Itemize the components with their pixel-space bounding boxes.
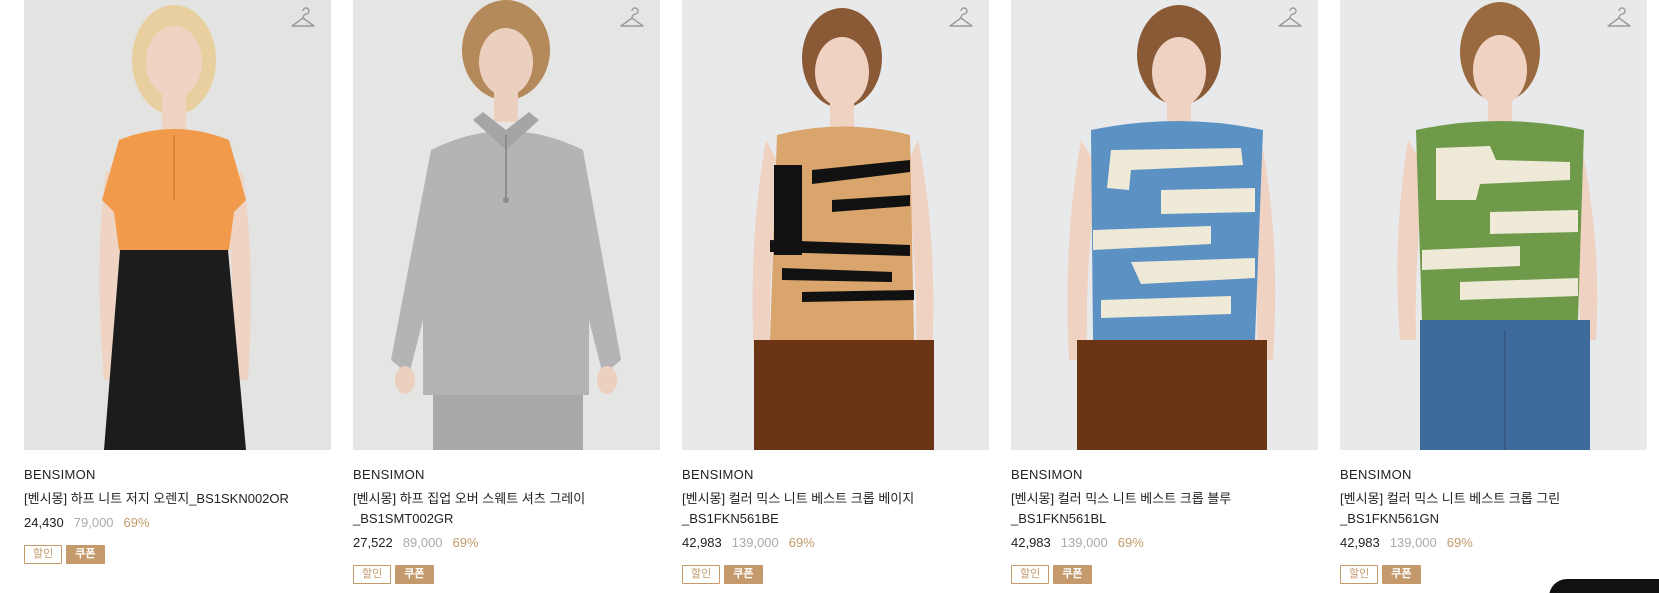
product-image[interactable] [24, 0, 331, 450]
badge-group: 할인 쿠폰 [1011, 565, 1318, 584]
product-brand: BENSIMON [1011, 467, 1083, 482]
price-row: 42,983 139,000 69% [1340, 533, 1647, 553]
product-grid: BENSIMON [벤시몽] 하프 니트 저지 오렌지_BS1SKN002OR … [24, 0, 1647, 584]
original-price: 139,000 [1060, 535, 1108, 550]
coupon-badge: 쿠폰 [1382, 565, 1421, 584]
product-card[interactable]: BENSIMON [벤시몽] 컬러 믹스 니트 베스트 크롭 베이지_BS1FK… [682, 0, 989, 584]
coupon-badge: 쿠폰 [66, 545, 105, 564]
product-brand: BENSIMON [682, 467, 754, 482]
price-row: 27,522 89,000 69% [353, 533, 660, 553]
badge-group: 할인 쿠폰 [682, 565, 989, 584]
product-card[interactable]: BENSIMON [벤시몽] 하프 집업 오버 스웨트 셔츠 그레이_BS1SM… [353, 0, 660, 584]
discount-badge: 할인 [24, 545, 63, 564]
price-row: 42,983 139,000 69% [1011, 533, 1318, 553]
badge-group: 할인 쿠폰 [24, 545, 331, 564]
coupon-badge: 쿠폰 [1053, 565, 1092, 584]
hanger-icon[interactable] [618, 6, 646, 32]
coupon-badge: 쿠폰 [395, 565, 434, 584]
hanger-icon[interactable] [1605, 6, 1633, 32]
product-brand: BENSIMON [353, 467, 425, 482]
product-image[interactable] [1011, 0, 1318, 450]
discount-rate: 69% [1446, 535, 1473, 550]
product-card[interactable]: BENSIMON [벤시몽] 컬러 믹스 니트 베스트 크롭 블루_BS1FKN… [1011, 0, 1318, 584]
original-price: 79,000 [73, 515, 114, 530]
discount-rate: 69% [1117, 535, 1144, 550]
product-photo-green-vest [1340, 0, 1647, 450]
sale-price: 24,430 [24, 515, 64, 530]
discount-rate: 69% [452, 535, 479, 550]
sale-price: 27,522 [353, 535, 393, 550]
discount-badge: 할인 [353, 565, 392, 584]
product-list-page: BENSIMON [벤시몽] 하프 니트 저지 오렌지_BS1SKN002OR … [0, 0, 1659, 593]
original-price: 89,000 [402, 535, 443, 550]
discount-badge: 할인 [1340, 565, 1379, 584]
price-row: 24,430 79,000 69% [24, 513, 331, 533]
product-photo-blue-vest [1011, 0, 1318, 450]
hanger-icon[interactable] [289, 6, 317, 32]
product-brand: BENSIMON [24, 467, 96, 482]
product-name[interactable]: [벤시몽] 컬러 믹스 니트 베스트 크롭 블루_BS1FKN561BL [1011, 489, 1311, 529]
original-price: 139,000 [1389, 535, 1437, 550]
product-photo-orange-knit [24, 0, 331, 450]
sale-price: 42,983 [682, 535, 722, 550]
product-image[interactable] [353, 0, 660, 450]
discount-badge: 할인 [1011, 565, 1050, 584]
product-name[interactable]: [벤시몽] 하프 집업 오버 스웨트 셔츠 그레이_BS1SMT002GR [353, 489, 653, 529]
product-name[interactable]: [벤시몽] 컬러 믹스 니트 베스트 크롭 그린_BS1FKN561GN [1340, 489, 1640, 529]
product-image[interactable] [682, 0, 989, 450]
sale-price: 42,983 [1011, 535, 1051, 550]
hanger-icon[interactable] [1276, 6, 1304, 32]
discount-rate: 69% [123, 515, 150, 530]
product-brand: BENSIMON [1340, 467, 1412, 482]
product-image[interactable] [1340, 0, 1647, 450]
product-name[interactable]: [벤시몽] 컬러 믹스 니트 베스트 크롭 베이지_BS1FKN561BE [682, 489, 982, 529]
badge-group: 할인 쿠폰 [353, 565, 660, 584]
product-photo-beige-vest [682, 0, 989, 450]
original-price: 139,000 [731, 535, 779, 550]
discount-rate: 69% [788, 535, 815, 550]
discount-badge: 할인 [682, 565, 721, 584]
product-name[interactable]: [벤시몽] 하프 니트 저지 오렌지_BS1SKN002OR [24, 489, 324, 509]
coupon-badge: 쿠폰 [724, 565, 763, 584]
product-card[interactable]: BENSIMON [벤시몽] 컬러 믹스 니트 베스트 크롭 그린_BS1FKN… [1340, 0, 1647, 584]
floating-button[interactable] [1549, 579, 1659, 593]
product-photo-grey-sweatshirt [353, 0, 660, 450]
sale-price: 42,983 [1340, 535, 1380, 550]
hanger-icon[interactable] [947, 6, 975, 32]
price-row: 42,983 139,000 69% [682, 533, 989, 553]
product-card[interactable]: BENSIMON [벤시몽] 하프 니트 저지 오렌지_BS1SKN002OR … [24, 0, 331, 584]
